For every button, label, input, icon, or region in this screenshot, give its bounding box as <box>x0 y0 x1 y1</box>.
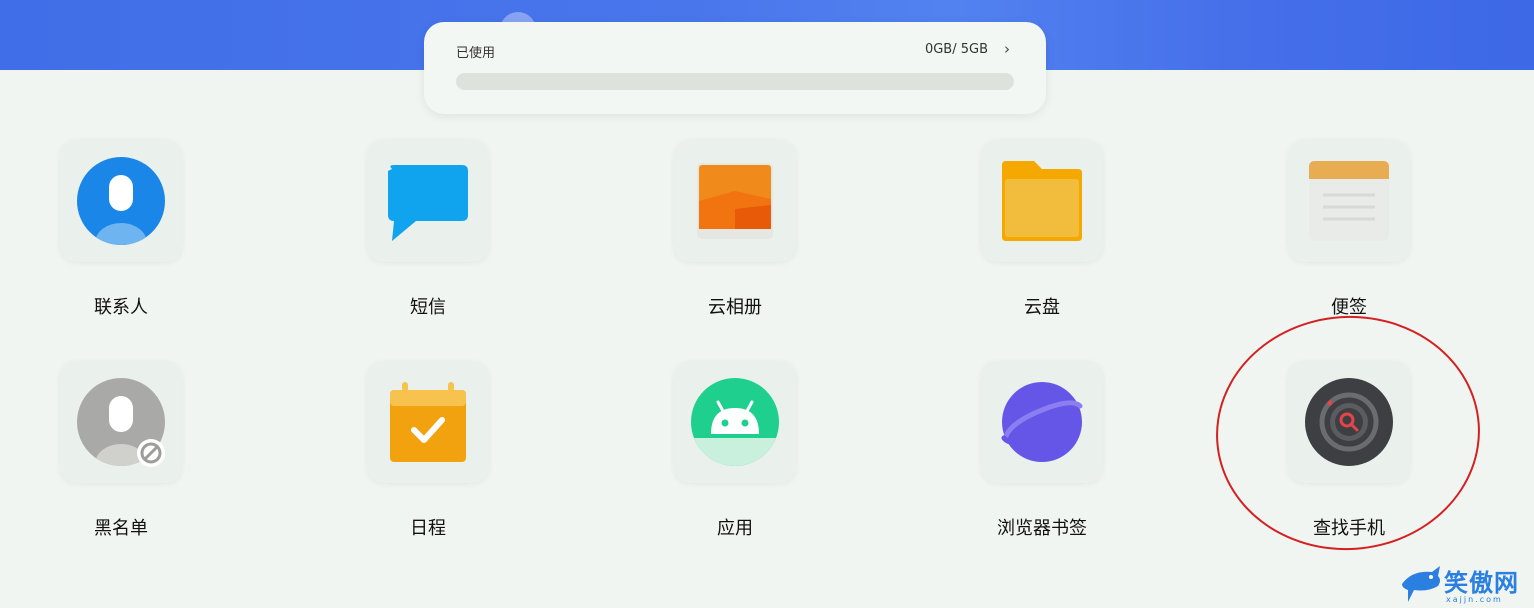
app-label-messages: 短信 <box>410 297 446 318</box>
app-label-blacklist: 黑名单 <box>94 518 148 539</box>
cloud-album-icon <box>697 163 773 239</box>
app-label-contacts: 联系人 <box>94 297 148 318</box>
app-tile-apps[interactable] <box>674 361 796 483</box>
storage-used-value: 0GB/ 5GB <box>924 42 988 57</box>
watermark: 笑傲网 xajjn.com <box>1398 562 1534 608</box>
app-tile-cloud-drive[interactable] <box>981 140 1103 262</box>
app-tile-cloud-album[interactable] <box>674 140 796 262</box>
folder-icon <box>1002 161 1082 241</box>
notes-icon <box>1309 161 1389 241</box>
contacts-icon <box>77 157 165 245</box>
storage-used-label: 已使用 <box>456 46 496 61</box>
blocked-contact-icon <box>77 378 165 467</box>
app-tile-calendar[interactable] <box>367 361 489 483</box>
android-icon <box>691 378 779 466</box>
app-tile-browser-bookmarks[interactable] <box>981 361 1103 483</box>
calendar-icon <box>390 382 466 462</box>
app-label-calendar: 日程 <box>410 518 446 539</box>
storage-card[interactable]: 已使用 0GB/ 5GB › <box>424 22 1046 114</box>
shark-logo-icon <box>1402 566 1440 602</box>
watermark-url: xajjn.com <box>1446 595 1503 604</box>
watermark-text: 笑傲网 <box>1444 569 1519 597</box>
app-tile-notes[interactable] <box>1288 140 1410 262</box>
app-label-browser-bookmarks: 浏览器书签 <box>997 518 1087 539</box>
storage-progress-bar <box>456 73 1014 90</box>
chevron-right-icon[interactable]: › <box>1004 39 1010 59</box>
app-label-apps: 应用 <box>717 518 753 539</box>
app-label-cloud-drive: 云盘 <box>1024 297 1060 318</box>
planet-icon <box>1001 382 1083 462</box>
app-tile-contacts[interactable] <box>60 140 182 262</box>
app-label-cloud-album: 云相册 <box>708 297 762 318</box>
message-icon <box>388 165 468 241</box>
app-tile-blacklist[interactable] <box>60 361 182 483</box>
app-tile-messages[interactable] <box>367 140 489 262</box>
